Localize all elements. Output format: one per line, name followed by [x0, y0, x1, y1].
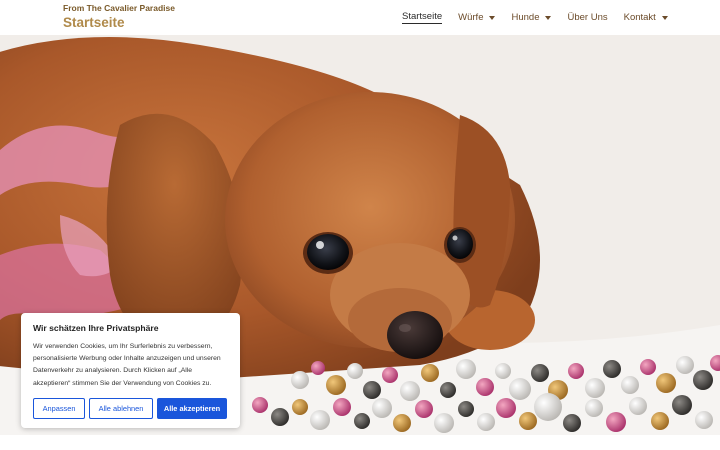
- cookie-buttons: Anpassen Alle ablehnen Alle akzeptieren: [33, 398, 227, 419]
- chevron-down-icon: [661, 15, 668, 20]
- nav-item-hunde[interactable]: Hunde: [511, 12, 552, 23]
- page-content-start: [0, 435, 720, 450]
- site-name[interactable]: From The Cavalier Paradise: [63, 3, 175, 14]
- nav-item-wuerfe[interactable]: Würfe: [458, 12, 496, 23]
- chevron-down-icon: [545, 15, 552, 20]
- page: From The Cavalier Paradise Startseite St…: [0, 0, 720, 450]
- brand[interactable]: From The Cavalier Paradise Startseite: [63, 3, 175, 31]
- nav-item-label: Würfe: [458, 12, 484, 23]
- page-title: Startseite: [63, 15, 125, 30]
- accept-all-button[interactable]: Alle akzeptieren: [157, 398, 227, 419]
- cookie-consent-dialog: Wir schätzen Ihre Privatsphäre Wir verwe…: [21, 313, 240, 428]
- nav-item-label: Über Uns: [567, 12, 608, 23]
- nav-item-label: Kontakt: [623, 12, 656, 23]
- customize-button[interactable]: Anpassen: [33, 398, 85, 419]
- main-nav: Startseite Würfe Hunde Über Uns Kontakt: [402, 11, 668, 24]
- cookie-title: Wir schätzen Ihre Privatsphäre: [33, 323, 159, 333]
- cookie-text: Wir verwenden Cookies, um Ihr Surferlebn…: [33, 343, 221, 387]
- reject-all-button[interactable]: Alle ablehnen: [89, 398, 153, 419]
- chevron-down-icon: [489, 15, 496, 20]
- nav-item-startseite[interactable]: Startseite: [402, 11, 443, 24]
- site-header: From The Cavalier Paradise Startseite St…: [0, 0, 720, 35]
- nav-item-label: Startseite: [402, 11, 443, 22]
- nav-item-label: Hunde: [511, 12, 540, 23]
- nav-item-ueber-uns[interactable]: Über Uns: [567, 12, 607, 23]
- nav-item-kontakt[interactable]: Kontakt: [624, 12, 668, 23]
